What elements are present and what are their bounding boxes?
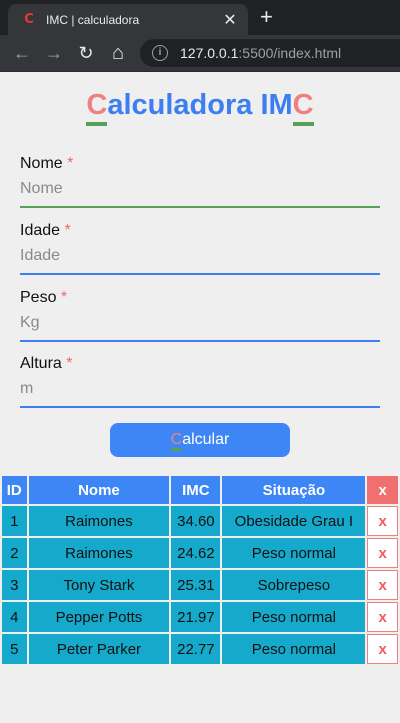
peso-label: Peso * — [20, 289, 380, 307]
cell-situacao: Sobrepeso — [222, 570, 366, 600]
cell-situacao: Peso normal — [222, 634, 366, 664]
table-row: 1 Raimones 34.60 Obesidade Grau I x — [2, 506, 398, 536]
cell-nome: Pepper Potts — [28, 602, 170, 632]
required-mark: * — [67, 155, 74, 172]
delete-row-button[interactable]: x — [378, 577, 386, 594]
favicon-icon: C — [24, 11, 34, 27]
delete-row-button[interactable]: x — [378, 513, 386, 530]
table-header-row: ID Nome IMC Situação x — [2, 476, 398, 504]
tab-close-icon[interactable]: ✕ — [222, 10, 238, 30]
cell-imc: 24.62 — [171, 538, 221, 568]
peso-field: Peso * — [20, 289, 380, 342]
url-host: 127.0.0.1 — [180, 45, 239, 61]
calcular-label: alcular — [182, 431, 230, 448]
cell-nome: Peter Parker — [28, 634, 170, 664]
cell-nome: Raimones — [28, 506, 170, 536]
title-first-letter: C — [86, 89, 108, 126]
tab-title: IMC | calculadora — [46, 12, 140, 27]
cell-imc: 22.77 — [171, 634, 221, 664]
delete-row-button[interactable]: x — [378, 545, 386, 562]
delete-row-button[interactable]: x — [378, 609, 386, 626]
cell-situacao: Obesidade Grau I — [222, 506, 366, 536]
table-row: 2 Raimones 24.62 Peso normal x — [2, 538, 398, 568]
header-nome: Nome — [28, 476, 170, 504]
reload-icon[interactable]: ↻ — [75, 42, 97, 64]
cell-id: 4 — [2, 602, 27, 632]
cell-nome: Raimones — [28, 538, 170, 568]
cell-imc: 21.97 — [171, 602, 221, 632]
new-tab-icon[interactable]: + — [260, 6, 273, 28]
header-id: ID — [2, 476, 27, 504]
altura-label-text: Altura — [20, 355, 62, 372]
calcular-button[interactable]: Calcular — [110, 423, 290, 457]
page-title: Calculadora IMC — [0, 89, 400, 126]
site-info-icon[interactable]: i — [152, 45, 168, 61]
idade-field: Idade * — [20, 222, 380, 275]
required-mark: * — [60, 289, 68, 306]
url-path: :5500/index.html — [238, 45, 342, 61]
header-situacao: Situação — [222, 476, 366, 504]
cell-nome: Tony Stark — [28, 570, 170, 600]
table-row: 4 Pepper Potts 21.97 Peso normal x — [2, 602, 398, 632]
nome-field: Nome * — [20, 155, 380, 208]
browser-tabstrip: C IMC | calculadora ✕ + — [0, 0, 400, 35]
nome-label-text: Nome — [20, 155, 63, 172]
delete-cell: x — [367, 506, 398, 536]
nome-input[interactable] — [20, 178, 380, 208]
required-mark: * — [66, 355, 73, 372]
header-delete: x — [367, 476, 398, 504]
required-mark: * — [64, 222, 71, 239]
delete-cell: x — [367, 570, 398, 600]
title-middle: alculadora IM — [107, 89, 293, 121]
idade-input[interactable] — [20, 245, 380, 275]
cell-imc: 25.31 — [171, 570, 221, 600]
cell-situacao: Peso normal — [222, 602, 366, 632]
altura-input[interactable] — [20, 378, 380, 408]
cell-id: 2 — [2, 538, 27, 568]
delete-row-button[interactable]: x — [378, 641, 386, 658]
back-icon[interactable]: ← — [11, 42, 33, 64]
title-last-letter: C — [292, 89, 314, 126]
cell-id: 3 — [2, 570, 27, 600]
idade-label: Idade * — [20, 222, 380, 240]
delete-cell: x — [367, 538, 398, 568]
delete-cell: x — [367, 634, 398, 664]
peso-input[interactable] — [20, 312, 380, 342]
altura-field: Altura * — [20, 355, 380, 408]
cell-id: 5 — [2, 634, 27, 664]
idade-label-text: Idade — [20, 222, 61, 239]
browser-tab[interactable]: C IMC | calculadora ✕ — [8, 4, 248, 35]
calcular-first-letter: C — [170, 431, 183, 451]
address-bar[interactable]: i 127.0.0.1:5500/index.html — [140, 39, 400, 67]
forward-icon[interactable]: → — [43, 42, 65, 64]
peso-label-text: Peso — [20, 289, 57, 306]
table-row: 5 Peter Parker 22.77 Peso normal x — [2, 634, 398, 664]
cell-situacao: Peso normal — [222, 538, 366, 568]
browser-toolbar: ← → ↻ ⌂ i 127.0.0.1:5500/index.html — [0, 35, 400, 72]
cell-id: 1 — [2, 506, 27, 536]
header-imc: IMC — [171, 476, 221, 504]
table-row: 3 Tony Stark 25.31 Sobrepeso x — [2, 570, 398, 600]
delete-cell: x — [367, 602, 398, 632]
altura-label: Altura * — [20, 355, 380, 373]
results-table: ID Nome IMC Situação x 1 Raimones 34.60 … — [0, 474, 400, 666]
home-icon[interactable]: ⌂ — [107, 42, 129, 64]
nome-label: Nome * — [20, 155, 380, 173]
cell-imc: 34.60 — [171, 506, 221, 536]
